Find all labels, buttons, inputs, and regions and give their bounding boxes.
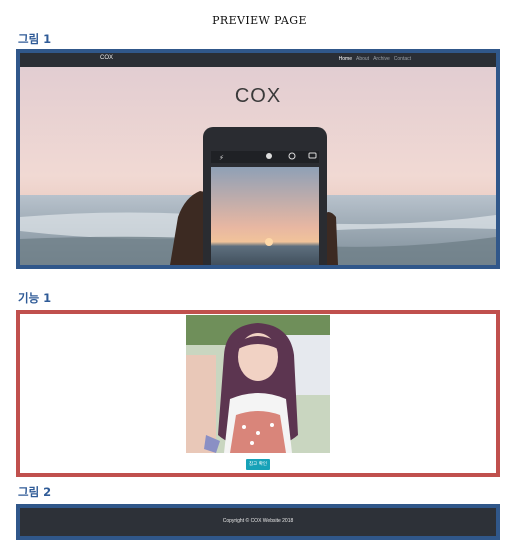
svg-text:⚡: ⚡	[219, 154, 224, 162]
navbar-brand[interactable]: COX	[100, 55, 113, 61]
footer-copyright: Copyright © COX Website 2018	[222, 518, 294, 524]
nav-links: Home About Archive Contact	[339, 56, 411, 62]
hero-title: COX	[234, 85, 282, 107]
nav-link-about[interactable]: About	[356, 56, 369, 62]
navbar: COX Home About Archive Contact	[20, 53, 496, 67]
hero-section: ⚡ COX COX Home About Archive Contact	[20, 53, 496, 265]
nav-link-contact[interactable]: Contact	[394, 56, 411, 62]
nav-link-archive[interactable]: Archive	[373, 56, 390, 62]
figure1-label: 그림 1	[18, 32, 52, 46]
page-title: PREVIEW PAGE	[212, 14, 307, 27]
feature1-label: 기능 1	[18, 291, 52, 305]
feature1-frame: 참고 확인	[16, 310, 500, 477]
nav-link-home[interactable]: Home	[339, 56, 352, 62]
portrait-photo	[186, 315, 330, 453]
figure2-frame: Copyright © COX Website 2018	[16, 504, 500, 540]
figure2-label: 그림 2	[18, 485, 52, 499]
view-button[interactable]: 참고 확인	[246, 459, 270, 470]
footer: Copyright © COX Website 2018	[20, 508, 496, 536]
figure1-frame: ⚡ COX COX Home About Archive Contact	[16, 49, 500, 269]
